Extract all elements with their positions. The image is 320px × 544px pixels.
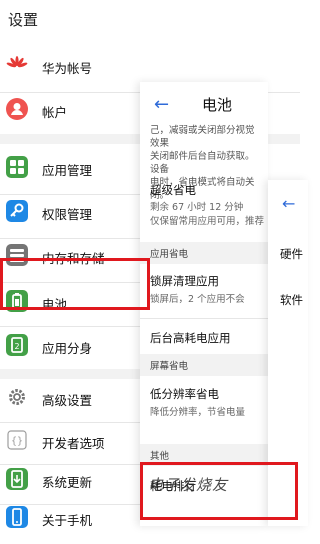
lock-screen-clean-title: 锁屏清理应用 xyxy=(150,274,219,288)
settings-item-label: 帐户 xyxy=(42,105,68,120)
settings-item-label: 开发者选项 xyxy=(42,436,105,451)
svg-text:2: 2 xyxy=(14,342,19,351)
phone-icon xyxy=(6,506,28,528)
page-title: 设置 xyxy=(8,11,39,29)
key-icon xyxy=(6,200,28,222)
section-label: 应用省电 xyxy=(150,249,189,260)
apps-grid-icon xyxy=(6,156,28,178)
gear-icon xyxy=(6,386,28,408)
battery-panel-title: 电池 xyxy=(202,96,233,114)
battery-panel-header: ← 电池 xyxy=(140,82,268,126)
settings-item-label: 华为帐号 xyxy=(42,61,93,76)
background-drain-title: 后台高耗电应用 xyxy=(150,331,231,345)
super-saver-title: 超级省电 xyxy=(150,183,196,197)
hardware-tab[interactable]: 硬件 xyxy=(280,246,303,262)
back-arrow-icon[interactable]: ← xyxy=(154,94,169,115)
lock-screen-clean-subtitle: 锁屏后，2 个应用不会 xyxy=(150,294,245,305)
app-twin-icon: 2 xyxy=(6,334,28,356)
software-tab[interactable]: 软件 xyxy=(280,292,303,308)
low-resolution-title: 低分辨率省电 xyxy=(150,387,219,401)
settings-item-label: 权限管理 xyxy=(42,207,93,222)
section-label: 屏幕省电 xyxy=(150,361,189,372)
settings-item-label: 高级设置 xyxy=(42,393,93,408)
settings-item-label: 系统更新 xyxy=(42,475,93,490)
section-screen-saving: 屏幕省电 xyxy=(140,354,268,376)
update-icon xyxy=(6,468,28,490)
battery-highlight-box xyxy=(0,258,150,310)
section-label: 其他 xyxy=(150,451,170,462)
super-saver-hint: 仅保留常用应用可用，推荐 xyxy=(150,216,265,227)
super-saver-remaining: 剩余 67 小时 12 分钟 xyxy=(150,202,244,213)
divider xyxy=(140,318,268,319)
settings-item-label: 应用分身 xyxy=(42,341,93,356)
settings-item-label: 应用管理 xyxy=(42,163,93,178)
account-icon xyxy=(6,98,28,120)
battery-panel: ← 电池 己，减弱或关闭部分视觉效果 关闭邮件后台自动获取。设备 电时，省电模式… xyxy=(140,82,268,526)
watermark: 电子发烧友 xyxy=(148,476,229,494)
back-arrow-icon[interactable]: ← xyxy=(282,194,295,213)
section-app-saving: 应用省电 xyxy=(140,242,268,264)
svg-text:{}: {} xyxy=(11,436,23,447)
huawei-logo-icon xyxy=(6,54,28,76)
low-resolution-subtitle: 降低分辨率，节省电量 xyxy=(150,407,246,418)
braces-icon: {} xyxy=(6,429,28,451)
settings-item-label: 关于手机 xyxy=(42,513,93,528)
